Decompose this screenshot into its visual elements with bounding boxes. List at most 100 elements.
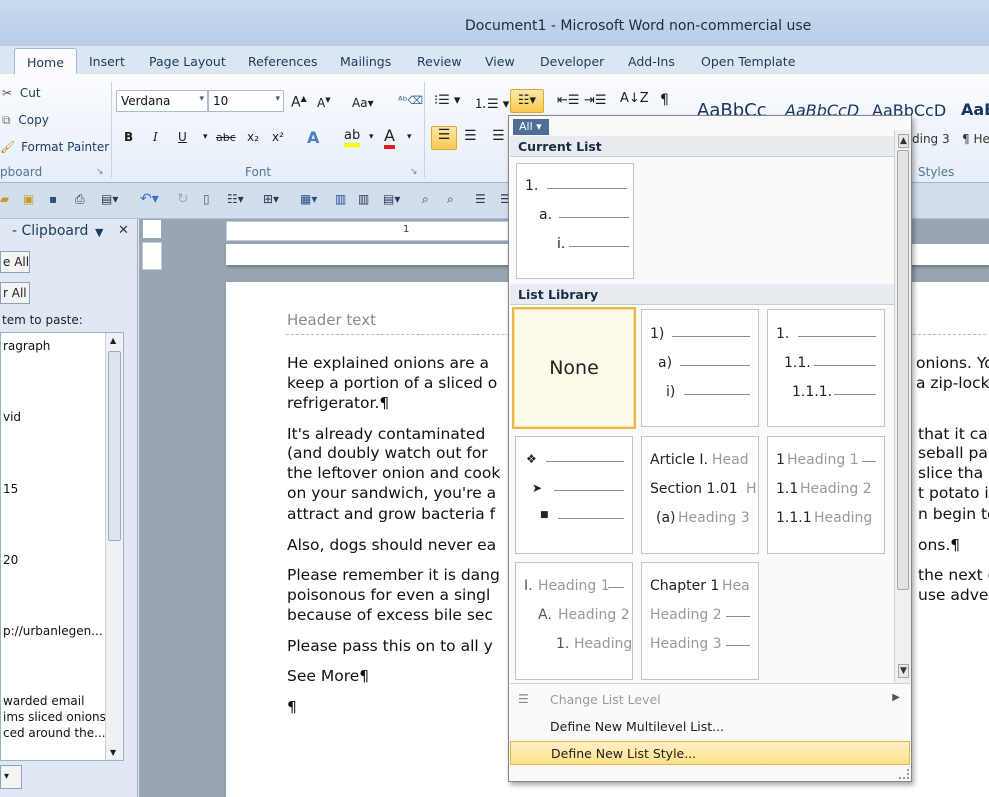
paste-all-button[interactable]: e All	[0, 251, 30, 273]
font-name-combo[interactable]: Verdana ▾	[116, 90, 208, 112]
chevron-down-icon[interactable]: ▼	[95, 226, 103, 239]
chevron-down-icon[interactable]: ▼	[898, 664, 909, 678]
sort-icon[interactable]: A↓Z	[620, 91, 649, 106]
font-launcher-icon[interactable]: ↘	[410, 167, 418, 177]
level-label: i.	[557, 236, 566, 252]
shrink-font-button[interactable]: A▼	[317, 96, 331, 110]
chevron-down-icon[interactable]: ▾	[369, 132, 374, 142]
list-item[interactable]: ced around the...	[3, 726, 106, 740]
subscript-button[interactable]: x₂	[247, 130, 259, 144]
change-list-level-item[interactable]: ☰ Change List Level ▶	[510, 688, 910, 712]
define-list-style-item[interactable]: Define New List Style...	[510, 741, 910, 765]
close-icon[interactable]: ✕	[118, 223, 129, 238]
clear-all-button[interactable]: r All	[0, 282, 30, 304]
tab-insert[interactable]: Insert	[89, 54, 125, 69]
filter-dropdown[interactable]: All ▾	[513, 119, 549, 135]
chevron-down-icon[interactable]: ▼	[110, 748, 116, 757]
list-item[interactable]: ims sliced onions	[3, 710, 106, 724]
bold-button[interactable]: B	[124, 130, 133, 144]
list-style-chapter[interactable]: Chapter 1 Hea Heading 2 Heading 3	[641, 562, 759, 680]
tab-view[interactable]: View	[485, 54, 515, 69]
columns-icon[interactable]: ▥	[358, 192, 369, 206]
clipboard-scrollbar[interactable]: ▲ ▼	[105, 333, 123, 760]
new-folder-icon[interactable]: ▣	[23, 192, 34, 206]
print-icon[interactable]: ⎙	[75, 192, 85, 207]
tab-page-layout[interactable]: Page Layout	[149, 54, 226, 69]
list-style-bullets[interactable]: ❖ ➤ ■	[515, 436, 633, 554]
bullets-icon[interactable]: ⁝☰ ▾	[434, 93, 460, 108]
decrease-indent-icon[interactable]: ⇤☰	[557, 93, 580, 108]
list-style-legal[interactable]: 1. 1.1. 1.1.1.	[767, 309, 885, 427]
tab-selector[interactable]	[142, 219, 162, 239]
gallery-scrollbar[interactable]: ▲ ▼	[894, 130, 911, 683]
scrollbar-thumb[interactable]	[897, 150, 909, 590]
center-text-icon[interactable]: ☰	[475, 192, 486, 206]
change-case-button[interactable]: Aa▾	[352, 96, 374, 110]
tab-open-template[interactable]: Open Template	[701, 54, 795, 69]
list-item[interactable]: p://urbanlegen...	[3, 624, 103, 638]
undo-icon[interactable]: ↶▾	[140, 191, 159, 207]
list-item[interactable]: 15	[3, 482, 18, 496]
format-painter-button[interactable]: 🖌 Format Painter	[0, 140, 109, 154]
style-heading-2[interactable]: AaB	[961, 100, 989, 119]
multilevel-list-button[interactable]: ☷▾	[510, 89, 544, 113]
list-style-heading-numbered[interactable]: 1 Heading 1 1.1 Heading 2 1.1.1 Heading	[767, 436, 885, 554]
copy-button[interactable]: ⧉ Copy	[2, 113, 49, 128]
align-left-icon[interactable]: ☰	[431, 126, 457, 150]
redo-icon[interactable]: ↻	[177, 191, 189, 207]
list-icon[interactable]: ☷▾	[227, 192, 244, 206]
find-icon[interactable]: ⌕	[447, 192, 454, 207]
font-color-icon[interactable]: A	[384, 126, 395, 149]
header-text[interactable]: Header text	[287, 311, 376, 329]
chevron-down-icon[interactable]: ▾	[407, 132, 412, 142]
cut-button[interactable]: ✂ Cut	[2, 86, 41, 100]
open-folder-icon[interactable]: ▰	[0, 192, 9, 206]
tab-add-ins[interactable]: Add-Ins	[628, 54, 675, 69]
strikethrough-button[interactable]: abc	[216, 131, 236, 144]
list-style-article[interactable]: Article I. Head Section 1.01 H (a) Headi…	[641, 436, 759, 554]
options-button[interactable]: ▾	[0, 765, 22, 789]
text-effects-icon[interactable]: A	[307, 128, 319, 147]
tab-mailings[interactable]: Mailings	[340, 54, 391, 69]
superscript-button[interactable]: x²	[272, 130, 284, 144]
numbering-icon[interactable]: ⒈☰ ▾	[474, 93, 509, 112]
font-size-combo[interactable]: 10 ▾	[208, 90, 284, 112]
current-list-cell[interactable]: 1. a. i.	[516, 163, 634, 279]
zoom-icon[interactable]: ⌕	[422, 192, 429, 207]
chevron-up-icon[interactable]: ▲	[898, 134, 909, 148]
grow-font-button[interactable]: A▲	[291, 94, 307, 111]
tab-references[interactable]: References	[248, 54, 317, 69]
new-document-icon[interactable]: ▯	[203, 192, 210, 206]
list-item[interactable]: ragraph	[3, 339, 50, 353]
print-preview-icon[interactable]: ▤▾	[101, 192, 118, 206]
increase-indent-icon[interactable]: ⇥☰	[584, 93, 607, 108]
list-style-numeric-paren[interactable]: 1) a) i)	[641, 309, 759, 427]
chevron-up-icon[interactable]: ▲	[110, 336, 116, 345]
underline-button[interactable]: U	[178, 130, 187, 144]
show-marks-button[interactable]: ¶	[660, 92, 669, 108]
table-icon[interactable]: ▦▾	[300, 192, 317, 206]
clear-formatting-icon[interactable]: ᴬᵇ⌫	[398, 94, 423, 107]
align-right-icon[interactable]: ☰	[492, 128, 505, 144]
horizontal-ruler[interactable]: 1	[226, 221, 526, 241]
insert-table-icon[interactable]: ▥	[335, 192, 346, 206]
list-style-outline[interactable]: I. Heading 1 A. Heading 2 1. Heading	[515, 562, 633, 680]
underline-dropdown-icon[interactable]: ▾	[203, 132, 208, 142]
borders-icon[interactable]: ⊞▾	[263, 192, 279, 206]
list-style-none[interactable]: None	[512, 307, 636, 429]
align-center-icon[interactable]: ☰	[464, 128, 477, 144]
list-item[interactable]: warded email	[3, 694, 84, 708]
list-item[interactable]: vid	[3, 410, 21, 424]
define-multilevel-list-item[interactable]: Define New Multilevel List...	[510, 715, 910, 739]
list-item[interactable]: 20	[3, 553, 18, 567]
resize-grip-icon[interactable]	[899, 769, 909, 779]
tab-home[interactable]: Home	[14, 48, 77, 76]
highlight-icon[interactable]: ab	[344, 128, 361, 147]
scrollbar-thumb[interactable]	[108, 351, 121, 541]
save-icon[interactable]: ▪	[49, 192, 57, 206]
italic-button[interactable]: I	[153, 130, 158, 144]
tab-developer[interactable]: Developer	[540, 54, 604, 69]
clipboard-launcher-icon[interactable]: ↘	[96, 167, 104, 177]
tab-review[interactable]: Review	[417, 54, 462, 69]
drawing-icon[interactable]: ▤▾	[383, 192, 400, 206]
